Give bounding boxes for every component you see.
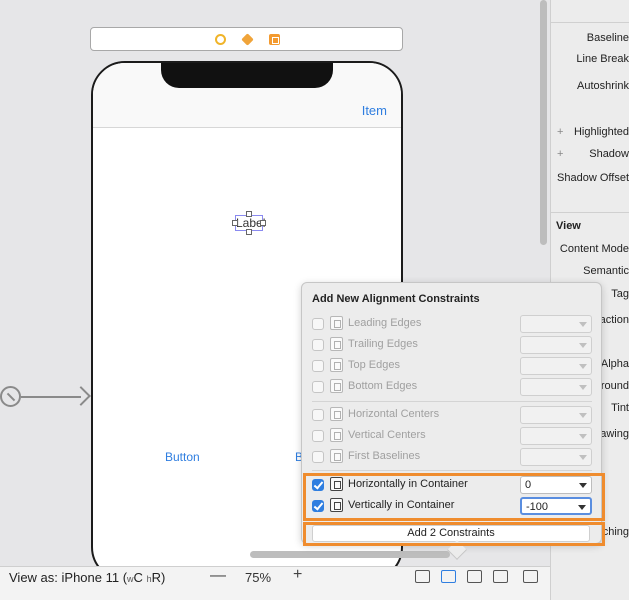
nav-bar-item[interactable]: Item [362, 103, 387, 118]
scene-dock [90, 27, 403, 51]
entry-point-icon [0, 386, 21, 407]
size-class-w-value: C [133, 570, 143, 585]
resize-handle[interactable] [246, 211, 252, 217]
view-as-suffix: ) [160, 570, 166, 585]
inspector-shadow: Shadow [589, 148, 629, 160]
add-variation-icon[interactable]: + [557, 148, 563, 160]
dropdown-caret-icon [579, 385, 587, 390]
constraint-label: Top Edges [348, 359, 400, 371]
constraint-value-field[interactable] [520, 427, 592, 445]
constraint-label: First Baselines [348, 450, 421, 462]
zoom-level: 75% [245, 570, 272, 585]
constraint-label: Leading Edges [348, 317, 422, 329]
inspector-autoshrink: Autoshrink [577, 80, 629, 92]
checkbox[interactable] [312, 318, 324, 330]
separator [551, 212, 629, 213]
add-constraints-icon[interactable] [467, 570, 482, 583]
constraint-row-trailing-edges: Trailing Edges [312, 336, 592, 354]
dropdown-caret-icon [579, 413, 587, 418]
leading-edges-icon [330, 316, 343, 330]
constraint-row-horizontal-centers: Horizontal Centers [312, 406, 592, 424]
constraint-row-vertical-centers: Vertical Centers [312, 427, 592, 445]
inspector-tag: Tag [611, 288, 629, 300]
exit-icon[interactable] [269, 34, 280, 45]
inspector-shadow-offset: Shadow Offset [557, 172, 629, 184]
separator [312, 401, 592, 402]
inspector-view-section: View [556, 220, 581, 232]
inspector-alpha: Alpha [600, 358, 629, 370]
dropdown-caret-icon [579, 364, 587, 369]
checkbox[interactable] [312, 430, 324, 442]
constraint-row-top-edges: Top Edges [312, 357, 592, 375]
vertical-centers-icon [330, 428, 343, 442]
checkbox[interactable] [312, 451, 324, 463]
top-edges-icon [330, 358, 343, 372]
constraint-label: Bottom Edges [348, 380, 418, 392]
size-class-h-value: R [151, 570, 161, 585]
constraint-row-bottom-edges: Bottom Edges [312, 378, 592, 396]
constraint-value-field[interactable] [520, 406, 592, 424]
inspector-semantic: Semantic [583, 265, 629, 277]
inspector-highlighted: Highlighted [573, 126, 629, 138]
highlight-box [303, 522, 605, 546]
constraint-value-field[interactable] [520, 448, 592, 466]
arrow-head-icon [71, 386, 91, 406]
bottom-edges-icon [330, 379, 343, 393]
update-frames-icon[interactable] [415, 570, 430, 583]
separator [312, 470, 592, 471]
first-responder-icon[interactable] [241, 33, 254, 46]
resize-handle[interactable] [260, 220, 266, 226]
button-element[interactable]: Button [165, 450, 200, 464]
horizontal-centers-icon [330, 407, 343, 421]
separator [551, 22, 629, 23]
resize-handle[interactable] [232, 220, 238, 226]
popover-title: Add New Alignment Constraints [312, 293, 480, 305]
trailing-edges-icon [330, 337, 343, 351]
constraint-row-first-baselines: First Baselines [312, 448, 592, 466]
constraint-label: Vertical Centers [348, 429, 426, 441]
view-controller-icon[interactable] [215, 34, 226, 45]
view-as-label: View as: iPhone 11 ( [9, 570, 128, 585]
inspector-content-mode: Content Mode [559, 243, 629, 255]
constraint-value-field[interactable] [520, 336, 592, 354]
resize-handle[interactable] [246, 229, 252, 235]
canvas-bottom-bar: View as: iPhone 11 (wC hR) — 75% + [0, 566, 550, 600]
add-variation-icon[interactable]: + [557, 126, 563, 138]
constraint-label: Trailing Edges [348, 338, 418, 350]
zoom-in-button[interactable]: + [293, 566, 302, 584]
dropdown-caret-icon [579, 322, 587, 327]
align-icon[interactable] [441, 570, 456, 583]
constraint-row-leading-edges: Leading Edges [312, 315, 592, 333]
vertical-scrollbar[interactable] [540, 0, 547, 245]
checkbox[interactable] [312, 360, 324, 372]
checkbox[interactable] [312, 381, 324, 393]
inspector-baseline: Baseline [586, 32, 629, 44]
dropdown-caret-icon [579, 343, 587, 348]
horizontal-scrollbar[interactable] [250, 551, 450, 558]
zoom-out-button[interactable]: — [210, 567, 226, 585]
constraint-value-field[interactable] [520, 357, 592, 375]
checkbox[interactable] [312, 339, 324, 351]
constraint-value-field[interactable] [520, 315, 592, 333]
view-as-button[interactable]: View as: iPhone 11 (wC hR) [9, 570, 165, 585]
highlight-box [303, 473, 605, 521]
first-baselines-icon [330, 449, 343, 463]
embed-in-icon[interactable] [523, 570, 538, 583]
resolve-issues-icon[interactable] [493, 570, 508, 583]
inspector-line-break: Line Break [576, 53, 629, 65]
dropdown-caret-icon [579, 455, 587, 460]
label-element[interactable]: Label [232, 211, 266, 235]
dropdown-caret-icon [579, 434, 587, 439]
inspector-tint: Tint [611, 402, 629, 414]
constraint-value-field[interactable] [520, 378, 592, 396]
phone-notch [161, 63, 333, 88]
constraint-label: Horizontal Centers [348, 408, 440, 420]
checkbox[interactable] [312, 409, 324, 421]
